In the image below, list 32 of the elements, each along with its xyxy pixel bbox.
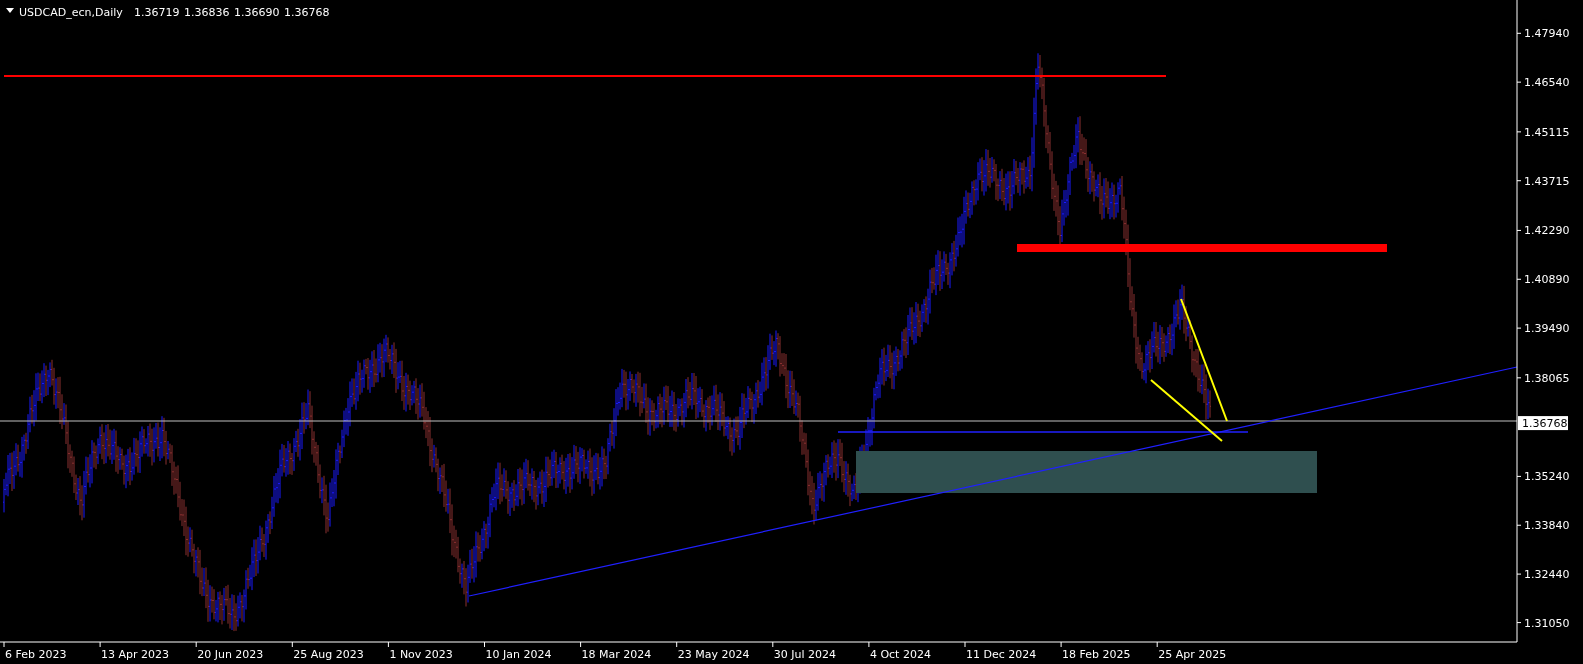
dropdown-triangle-icon[interactable] (6, 8, 14, 13)
quote-value: 1.36768 (284, 6, 330, 19)
date-label: 25 Apr 2025 (1158, 648, 1227, 661)
date-label: 4 Oct 2024 (869, 648, 931, 661)
quote-value: 1.36836 (184, 6, 230, 19)
date-label: 1 Nov 2023 (389, 648, 453, 661)
date-label: 13 Apr 2023 (101, 648, 170, 661)
price-label: 1.47940 (1524, 27, 1570, 41)
date-label: 18 Feb 2025 (1062, 648, 1131, 661)
symbol-title: USDCAD_ecn,Daily (19, 6, 123, 19)
price-label: 1.45115 (1524, 125, 1570, 139)
current-price-tag: 1.36768 (1518, 416, 1568, 431)
price-label: 1.39490 (1524, 322, 1570, 336)
date-label: 23 May 2024 (677, 648, 750, 661)
date-label: 6 Feb 2023 (5, 648, 67, 661)
price-label: 1.35240 (1524, 470, 1570, 484)
date-label: 11 Dec 2024 (966, 648, 1037, 661)
price-label: 1.32440 (1524, 568, 1570, 582)
price-label: 1.42290 (1524, 224, 1570, 238)
price-label: 1.46540 (1524, 76, 1570, 90)
price-label: 1.31050 (1524, 616, 1570, 630)
date-label: 30 Jul 2024 (773, 648, 837, 661)
date-label: 18 Mar 2024 (581, 648, 652, 661)
price-label: 1.33840 (1524, 519, 1570, 533)
date-label: 10 Jan 2024 (485, 648, 552, 661)
quote-value: 1.36690 (234, 6, 280, 19)
price-label: 1.43715 (1524, 174, 1570, 188)
price-label: 1.38065 (1524, 371, 1570, 385)
quote-value: 1.36719 (134, 6, 180, 19)
date-label: 25 Aug 2023 (293, 648, 364, 661)
price-label: 1.40890 (1524, 273, 1570, 287)
date-label: 20 Jun 2023 (197, 648, 264, 661)
